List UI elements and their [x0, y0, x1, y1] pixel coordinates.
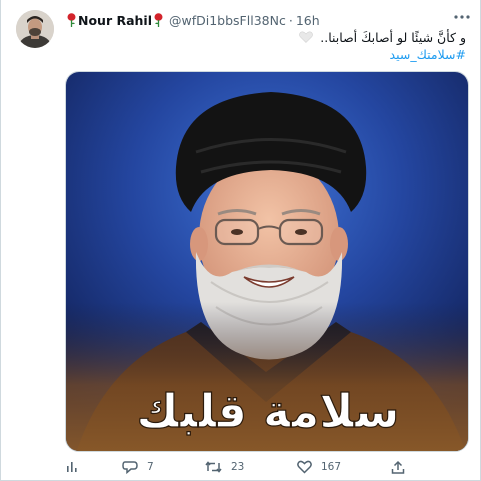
rose-emoji [154, 13, 163, 27]
tweet-timestamp[interactable]: 16h [296, 13, 320, 28]
retweet-icon [205, 460, 222, 474]
author-handle[interactable]: @wfDi1bbsFll38Nc [169, 13, 286, 28]
hashtag-link[interactable]: #سلامتك_سيد [106, 46, 466, 63]
separator-dot: · [288, 12, 293, 28]
white-heart-emoji [299, 30, 314, 43]
more-options-icon[interactable] [452, 9, 472, 25]
like-button[interactable]: 167 [297, 458, 341, 476]
retweet-button[interactable]: 23 [205, 458, 244, 476]
reply-count: 7 [147, 461, 154, 473]
media-overlay-text: سلامة قلبك [136, 384, 399, 438]
reply-button[interactable]: 7 [122, 458, 154, 476]
avatar[interactable] [16, 10, 54, 48]
retweet-count: 23 [231, 461, 245, 473]
tweet-text: و كأنَّ شيئًا لو أصابكَ أصابنا.. #سلامتك… [106, 29, 466, 63]
bar-chart-icon [65, 460, 79, 474]
author-name[interactable]: Nour Rahil [78, 13, 152, 28]
comment-icon [122, 460, 138, 475]
tweet-actions: 7 23 167 [65, 458, 410, 476]
tweet-header: Nour Rahil @wfDi1bbsFll38Nc · 16h [65, 11, 320, 29]
rose-emoji [67, 13, 76, 27]
share-icon [391, 460, 405, 475]
like-count: 167 [321, 461, 342, 473]
share-button[interactable] [391, 458, 405, 476]
analytics-button[interactable] [65, 458, 79, 476]
tweet-text-line: و كأنَّ شيئًا لو أصابكَ أصابنا.. [320, 30, 466, 45]
heart-icon [297, 460, 312, 474]
tweet-media-image[interactable]: سلامة قلبك [65, 71, 469, 452]
tweet-card[interactable]: Nour Rahil @wfDi1bbsFll38Nc · 16h و كأنَ… [0, 0, 481, 481]
